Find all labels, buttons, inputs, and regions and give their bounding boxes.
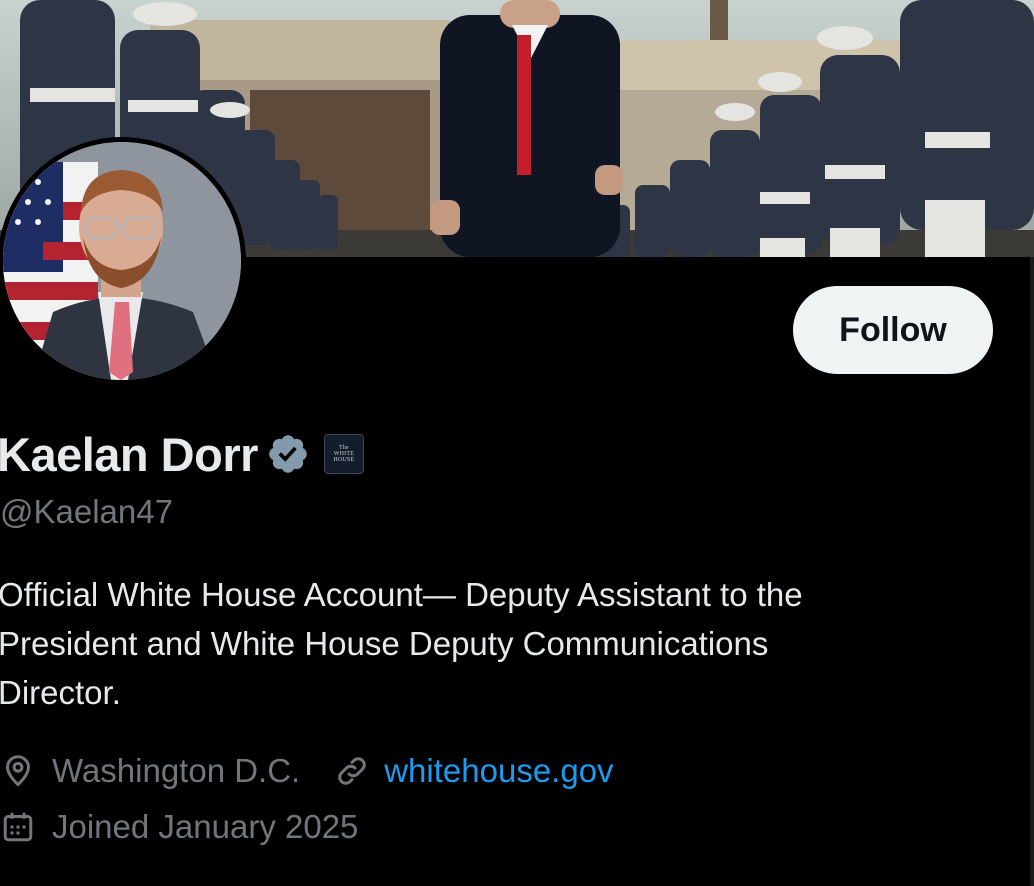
follow-button[interactable]: Follow (793, 286, 993, 374)
profile-website-link[interactable]: whitehouse.gov (384, 752, 613, 790)
avatar-portrait (3, 142, 241, 380)
avatar-photo (3, 142, 241, 380)
location-pin-icon (5, 755, 31, 787)
verified-check-icon[interactable] (266, 432, 310, 476)
profile-location: Washington D.C. (52, 752, 301, 789)
profile-joined-date: Joined January 2025 (52, 808, 359, 845)
profile-handle: @Kaelan47 (0, 493, 173, 530)
profile-bio: Official White House Account— Deputy Ass… (0, 576, 803, 711)
profile-joined-row: Joined January 2025 (0, 808, 358, 846)
calendar-icon (3, 812, 33, 842)
badge-line-house: HOUSE (333, 457, 355, 463)
profile-avatar[interactable] (0, 137, 246, 385)
profile-website-group[interactable]: whitehouse.gov (334, 752, 614, 790)
profile-name-row: Kaelan Dorr The WHITE HOUSE (0, 426, 364, 482)
profile-location-row: Washington D.C. whitehouse.gov (0, 752, 614, 790)
display-name: Kaelan Dorr (0, 427, 258, 481)
link-icon (338, 757, 366, 785)
scrollbar-edge[interactable] (1030, 257, 1034, 886)
white-house-logo[interactable]: The WHITE HOUSE (323, 434, 364, 474)
